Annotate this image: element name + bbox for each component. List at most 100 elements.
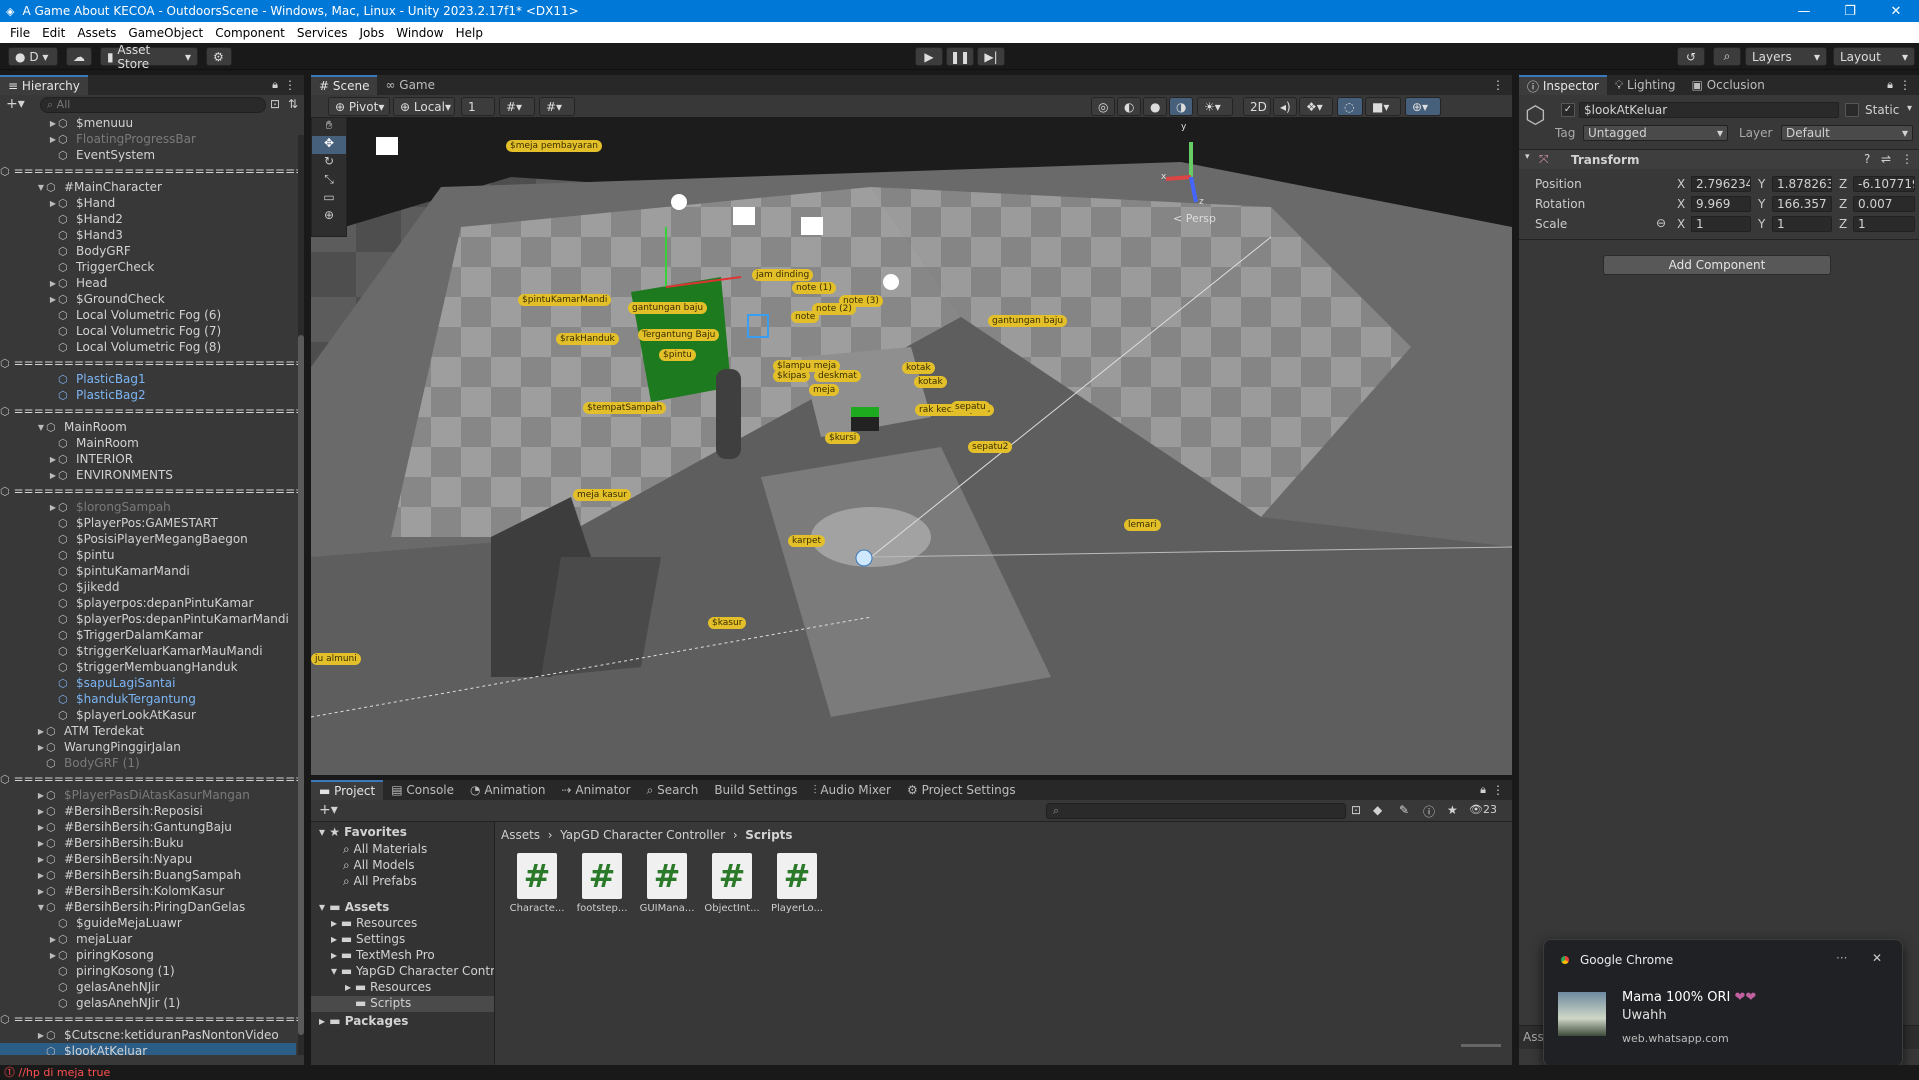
favorite-item[interactable]: ⌕ All Models xyxy=(311,858,494,874)
hierarchy-row[interactable]: ⬡==================================== xyxy=(0,1011,304,1027)
constrain-proportions-icon[interactable]: ⊖ xyxy=(1656,216,1666,230)
more-menu-icon[interactable]: ⋮ xyxy=(284,78,296,92)
lock-icon[interactable]: 🔒︎ xyxy=(1480,783,1486,797)
hierarchy-row[interactable]: ⬡ $playerLookAtKasur xyxy=(0,707,296,723)
collapsed-arrow-icon[interactable]: ▶ xyxy=(36,871,46,880)
hierarchy-row[interactable]: ⬡ TriggerCheck xyxy=(0,259,296,275)
step-button[interactable]: ▶| xyxy=(977,47,1005,66)
scene-object-label[interactable]: $kasur xyxy=(708,617,747,629)
close-window-button[interactable]: ✕ xyxy=(1873,0,1919,22)
hierarchy-row[interactable]: ⬡ $PosisiPlayerMegangBaegon xyxy=(0,531,296,547)
hierarchy-row[interactable]: ▼ ⬡ #MainCharacter xyxy=(0,179,296,195)
collapsed-arrow-icon[interactable]: ▶ xyxy=(48,199,58,208)
hierarchy-row[interactable]: ⬡ $Hand2 xyxy=(0,211,296,227)
collapsed-arrow-icon[interactable]: ▶ xyxy=(48,119,58,128)
scene-object-label[interactable]: $meja pembayaran xyxy=(506,140,602,152)
hierarchy-row[interactable]: ▶ ⬡ $lorongSampah xyxy=(0,499,296,515)
scene-object-label[interactable]: jam dinding xyxy=(752,269,814,281)
scene-object-label[interactable]: kotak xyxy=(902,362,935,374)
position-y-field[interactable]: 1.878263 xyxy=(1772,176,1832,192)
hierarchy-row[interactable]: ⬡==================================== xyxy=(0,355,304,371)
folder-item[interactable]: ▸ ▬ TextMesh Pro xyxy=(311,948,494,964)
collapsed-arrow-icon[interactable]: ▶ xyxy=(48,935,58,944)
collapsed-arrow-icon[interactable]: ▶ xyxy=(36,807,46,816)
hierarchy-row[interactable]: ⬡ piringKosong (1) xyxy=(0,963,296,979)
hierarchy-row[interactable]: ▶ ⬡ WarungPinggirJalan xyxy=(0,739,296,755)
tab-lighting[interactable]: 💡︎ Lighting xyxy=(1607,75,1684,95)
expanded-arrow-icon[interactable]: ▼ xyxy=(36,183,46,192)
hierarchy-row[interactable]: ▶ ⬡ FloatingProgressBar xyxy=(0,131,296,147)
more-menu-icon[interactable]: ⋮ xyxy=(1899,78,1911,92)
hierarchy-row[interactable]: ⬡ MainRoom xyxy=(0,435,296,451)
favorites-header[interactable]: ▾ ★ Favorites xyxy=(311,822,494,842)
collapsed-arrow-icon[interactable]: ▶ xyxy=(36,727,46,736)
hierarchy-row[interactable]: ▶ ⬡ $PlayerPasDiAtasKasurMangan xyxy=(0,787,296,803)
hierarchy-row[interactable]: ⬡ $triggerKeluarKamarMauMandi xyxy=(0,643,296,659)
scene-object-label[interactable]: lemari xyxy=(1124,519,1161,531)
component-menu-icon[interactable]: ⋮ xyxy=(1901,152,1913,166)
hierarchy-row[interactable]: ⬡ $guideMejaLuawr xyxy=(0,915,296,931)
hierarchy-row[interactable]: ⬡ EventSystem xyxy=(0,147,296,163)
project-search-input[interactable]: ⌕ xyxy=(1046,803,1346,819)
pause-button[interactable]: ❚❚ xyxy=(946,47,974,66)
hierarchy-row[interactable]: ⬡==================================== xyxy=(0,483,304,499)
collapsed-arrow-icon[interactable]: ▶ xyxy=(36,1031,46,1040)
transform-tool-icon[interactable]: ⊕ xyxy=(312,208,346,226)
object-name-field[interactable]: $lookAtKeluar xyxy=(1579,102,1839,118)
toggle-2d-button[interactable]: 2D xyxy=(1243,97,1271,116)
hierarchy-row[interactable]: ▶ ⬡ #BersihBersih:Reposisi xyxy=(0,803,296,819)
hierarchy-row[interactable]: ⬡ Local Volumetric Fog (8) xyxy=(0,339,296,355)
scene-object-label[interactable]: ju almuni xyxy=(311,653,361,665)
tab-inspector[interactable]: ⓘ Inspector xyxy=(1519,75,1607,95)
layer-dropdown[interactable]: Default ▾ xyxy=(1781,125,1913,141)
tab-project[interactable]: ▬ Project xyxy=(311,780,384,800)
menu-services[interactable]: Services xyxy=(291,26,354,40)
script-file[interactable]: # ObjectInt... xyxy=(704,853,760,914)
script-file[interactable]: # Characte... xyxy=(509,853,565,914)
history-icon[interactable]: ↺ xyxy=(1677,47,1705,66)
notification-more-button[interactable]: ··· xyxy=(1836,951,1847,965)
collapsed-arrow-icon[interactable]: ▶ xyxy=(36,887,46,896)
hierarchy-row[interactable]: ⬡ $lookAtKeluar xyxy=(0,1043,296,1055)
breadcrumb-item[interactable]: Scripts xyxy=(745,828,792,842)
tab-search[interactable]: ⌕ Search xyxy=(639,780,707,800)
menu-window[interactable]: Window xyxy=(390,26,449,40)
hierarchy-row[interactable]: ⬡==================================== xyxy=(0,163,304,179)
scale-y-field[interactable]: 1 xyxy=(1772,216,1832,232)
tab-audio-mixer[interactable]: ⫶ Audio Mixer xyxy=(805,780,899,800)
assets-header[interactable]: ▾ ▬ Assets xyxy=(311,890,494,916)
tab-console[interactable]: ▤ Console xyxy=(383,780,462,800)
scene-object-label[interactable]: sepatu xyxy=(951,401,990,413)
minimize-button[interactable]: — xyxy=(1781,0,1827,22)
hierarchy-row[interactable]: ▶ ⬡ #BersihBersih:KolomKasur xyxy=(0,883,296,899)
hierarchy-row[interactable]: ▶ ⬡ #BersihBersih:BuangSampah xyxy=(0,867,296,883)
folder-item[interactable]: ▾ ▬ YapGD Character Contr xyxy=(311,964,494,980)
collapsed-arrow-icon[interactable]: ▶ xyxy=(48,471,58,480)
hierarchy-row[interactable]: ▶ ⬡ mejaLuar xyxy=(0,931,296,947)
hierarchy-row[interactable]: ⬡ $sapuLagiSantai xyxy=(0,675,296,691)
hierarchy-row[interactable]: ▶ ⬡ $GroundCheck xyxy=(0,291,296,307)
collapsed-arrow-icon[interactable]: ▶ xyxy=(48,135,58,144)
maximize-button[interactable]: ❐ xyxy=(1827,0,1873,22)
settings-icon[interactable]: ⚙ xyxy=(206,47,232,66)
collapsed-arrow-icon[interactable]: ▶ xyxy=(48,455,58,464)
hierarchy-row[interactable]: ⬡==================================== xyxy=(0,771,304,787)
audio-icon[interactable]: ◂) xyxy=(1273,97,1297,116)
tab-scene[interactable]: # Scene xyxy=(311,75,378,95)
tab-game[interactable]: ∞ Game xyxy=(377,75,443,95)
scene-object-label[interactable]: note xyxy=(791,311,820,323)
add-icon[interactable]: +▾ xyxy=(6,96,25,112)
hierarchy-row[interactable]: ▶ ⬡ $Cutscne:ketiduranPasNontonVideo xyxy=(0,1027,296,1043)
scene-object-label[interactable]: deskmat xyxy=(814,370,861,382)
collapsed-arrow-icon[interactable]: ▶ xyxy=(48,279,58,288)
scale-x-field[interactable]: 1 xyxy=(1691,216,1751,232)
snap-icon[interactable]: #▾ xyxy=(539,97,575,116)
favorite-item[interactable]: ⌕ All Prefabs xyxy=(311,874,494,890)
hierarchy-row[interactable]: ▶ ⬡ #BersihBersih:Nyapu xyxy=(0,851,296,867)
notification-close-button[interactable]: ✕ xyxy=(1872,951,1882,965)
local-dropdown[interactable]: ⊕ Local ▾ xyxy=(393,97,455,116)
scene-object-label[interactable]: gantungan baju xyxy=(628,302,708,314)
hierarchy-row[interactable]: ▶ ⬡ #BersihBersih:GantungBaju xyxy=(0,819,296,835)
collapsed-arrow-icon[interactable]: ▶ xyxy=(48,295,58,304)
hierarchy-row[interactable]: ▶ ⬡ ENVIRONMENTS xyxy=(0,467,296,483)
